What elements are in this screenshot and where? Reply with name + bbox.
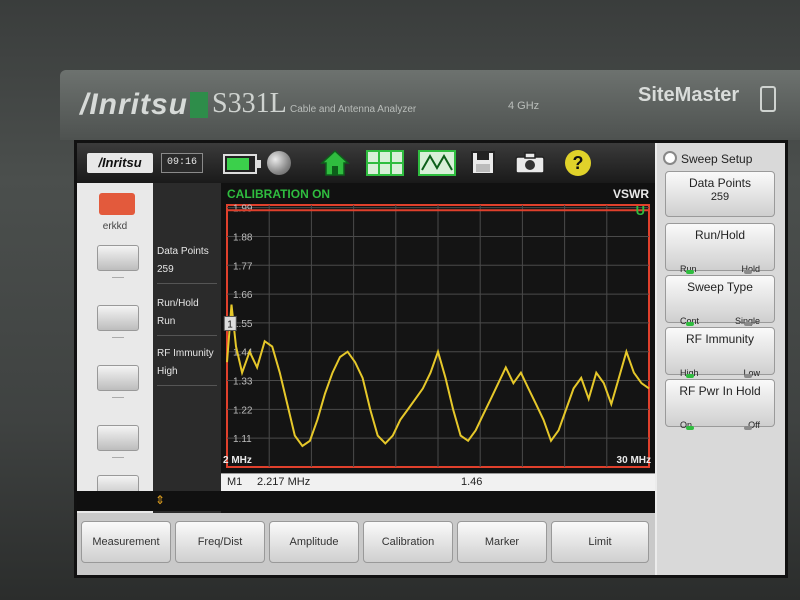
product-line: SiteMaster xyxy=(638,84,740,106)
tab-calibration[interactable]: Calibration xyxy=(363,521,453,563)
model-name: S331L xyxy=(212,88,287,119)
screen-logo: /Inritsu xyxy=(87,153,153,173)
left-softkey-column: erkkd xyxy=(77,183,153,513)
marker-readout: M1 2.217 MHz 1.46 xyxy=(221,473,655,492)
marker-tag: 1 xyxy=(227,319,233,330)
right-softkey-panel: Sweep Setup Data Points 259 Run/Hold Run… xyxy=(657,143,785,575)
left-softkey-2[interactable] xyxy=(97,305,139,338)
brand-logo: /Inritsu xyxy=(80,88,189,121)
sweep-type-button[interactable]: Sweep Type Cont Single xyxy=(665,275,775,326)
run-hold-button[interactable]: Run/Hold Run Hold xyxy=(665,223,775,274)
model-subtitle: Cable and Antenna Analyzer xyxy=(290,104,417,115)
marker-value: 1.46 xyxy=(461,476,483,488)
main-menu-tabs: Measurement Freq/Dist Amplitude Calibrat… xyxy=(77,513,655,575)
start-frequency: 2 MHz xyxy=(223,455,252,466)
antenna-icon xyxy=(760,86,776,112)
run-hold-value: Run xyxy=(157,316,176,327)
y-tick-label: 1.88 xyxy=(233,232,253,243)
scroll-icon[interactable]: ⇕ xyxy=(153,493,167,507)
tab-measurement[interactable]: Measurement xyxy=(81,521,171,563)
tab-amplitude[interactable]: Amplitude xyxy=(269,521,359,563)
rf-immunity-value: High xyxy=(157,366,178,377)
vswr-plot[interactable]: 1.99 1.88 1.77 1.66 1.55 1.44 1.33 1.22 1.11 1 CA… xyxy=(221,183,655,515)
y-tick-label: 1.22 xyxy=(233,405,253,416)
left-softkey-1[interactable] xyxy=(97,245,139,278)
run-hold-label: Run/Hold xyxy=(157,298,199,309)
rf-immunity-button[interactable]: RF Immunity High Low xyxy=(665,327,775,378)
stop-frequency: 30 MHz xyxy=(616,455,651,466)
y-tick-label: 1.33 xyxy=(233,377,253,388)
marker-frequency: 2.217 MHz xyxy=(257,476,311,488)
marker-label: M1 xyxy=(227,476,243,488)
data-points-button[interactable]: Data Points 259 xyxy=(665,171,775,217)
radio-icon xyxy=(663,151,677,165)
save-icon[interactable] xyxy=(469,149,497,177)
help-icon[interactable]: ? xyxy=(563,149,593,177)
left-softkey-4[interactable] xyxy=(97,425,139,458)
y-tick-label: 1.11 xyxy=(233,434,252,445)
tab-limit[interactable]: Limit xyxy=(551,521,649,563)
tab-freq-dist[interactable]: Freq/Dist xyxy=(175,521,265,563)
y-tick-label: 1.66 xyxy=(233,290,253,301)
profile-label: erkkd xyxy=(102,221,128,232)
clock: 09:16 xyxy=(161,153,203,173)
panel-title: Sweep Setup xyxy=(663,151,783,169)
frequency-rating: 4 GHz xyxy=(508,100,540,112)
tab-marker[interactable]: Marker xyxy=(457,521,547,563)
rf-power-hold-button[interactable]: RF Pwr In Hold On Off xyxy=(665,379,775,430)
calibration-status: CALIBRATION ON xyxy=(227,187,331,201)
grid-icon[interactable] xyxy=(365,149,405,177)
data-points-label: Data Points xyxy=(157,246,209,257)
battery-icon xyxy=(223,154,261,174)
left-softkey-3[interactable] xyxy=(97,365,139,398)
measurement-label: VSWR xyxy=(613,187,649,201)
limit-flag: U xyxy=(635,203,645,218)
vswr-chart[interactable]: 1.991.881.771.661.551.441.331.221.111 xyxy=(221,183,655,473)
data-points-value: 259 xyxy=(157,264,174,275)
y-tick-label: 1.99 xyxy=(233,204,253,215)
top-toolbar: /Inritsu 09:16 ? xyxy=(77,143,655,183)
model-badge xyxy=(190,92,208,118)
globe-icon[interactable] xyxy=(267,151,291,175)
y-tick-label: 1.77 xyxy=(233,261,253,272)
instrument-screen: /Inritsu 09:16 ? erkkd Data Points 259 R… xyxy=(74,140,788,578)
rf-immunity-label: RF Immunity xyxy=(157,348,214,359)
waveform-icon[interactable] xyxy=(417,149,457,177)
camera-icon[interactable] xyxy=(513,149,547,177)
home-icon[interactable] xyxy=(319,149,351,177)
user-profile-icon[interactable] xyxy=(99,193,135,215)
settings-summary: Data Points 259 Run/Hold Run RF Immunity… xyxy=(153,183,221,513)
